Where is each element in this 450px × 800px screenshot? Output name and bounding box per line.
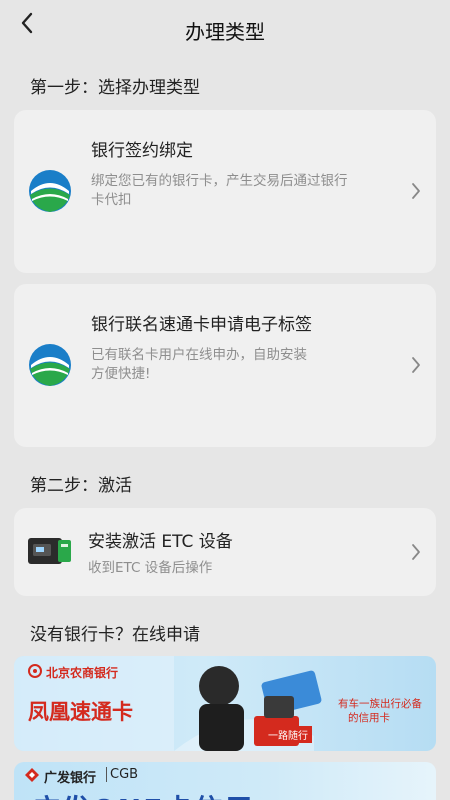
bjrcb-logo-icon — [28, 664, 42, 678]
header-bar: 办理类型 — [0, 0, 450, 56]
etc-device-icon — [28, 538, 71, 564]
step2-label: 第二步：激活 — [30, 476, 132, 496]
big-text: 广发ONE卡信用 — [32, 788, 254, 800]
card-desc-line1: 已有联名卡用户在线申办，自助安装 — [91, 347, 307, 363]
etc-logo-icon — [29, 170, 71, 212]
slogan-line1: 有车一族出行必备 — [338, 698, 422, 710]
step1-label: 第一步：选择办理类型 — [30, 78, 200, 98]
card-title: 安装激活 ETC 设备 — [88, 532, 233, 552]
card-title: 银行联名速通卡申请电子标签 — [91, 315, 312, 335]
cgb-logo-icon — [25, 768, 39, 782]
chevron-right-icon — [412, 357, 420, 373]
bank-name: 广发银行 — [44, 771, 97, 786]
chevron-right-icon — [412, 183, 420, 199]
bank-name: 北京农商银行 — [46, 666, 119, 680]
card-title: 银行签约绑定 — [91, 141, 193, 161]
apply-label: 没有银行卡？在线申请 — [30, 625, 200, 645]
chevron-right-icon — [412, 544, 420, 560]
card-desc-line1: 绑定您已有的银行卡，产生交易后通过银行 — [91, 173, 348, 189]
card-desc: 收到ETC 设备后操作 — [88, 560, 213, 576]
card-desc-line2: 卡代扣 — [91, 192, 132, 208]
page-title: 办理类型 — [185, 20, 265, 44]
cgb-card-banner[interactable]: 广发银行 CGB 广发ONE卡信用 — [14, 762, 436, 800]
slogan-line2: 的信用卡 — [348, 712, 390, 724]
bank-code: CGB — [106, 767, 138, 782]
bjrcb-card-banner[interactable]: 北京农商银行 凤凰速通卡 一路随行 有车一族出行必备 的信用卡 — [14, 656, 436, 751]
etc-logo-icon — [29, 344, 71, 386]
co-branded-card[interactable]: 银行联名速通卡申请电子标签 已有联名卡用户在线申办，自助安装 方便快捷! — [14, 284, 436, 447]
activate-etc-card[interactable]: 安装激活 ETC 设备 收到ETC 设备后操作 — [14, 508, 436, 596]
card-name: 凤凰速通卡 — [28, 700, 133, 724]
card-desc-line2: 方便快捷! — [91, 366, 151, 382]
bank-binding-card[interactable]: 银行签约绑定 绑定您已有的银行卡，产生交易后通过银行 卡代扣 — [14, 110, 436, 273]
tag: 一路随行 — [264, 726, 312, 743]
